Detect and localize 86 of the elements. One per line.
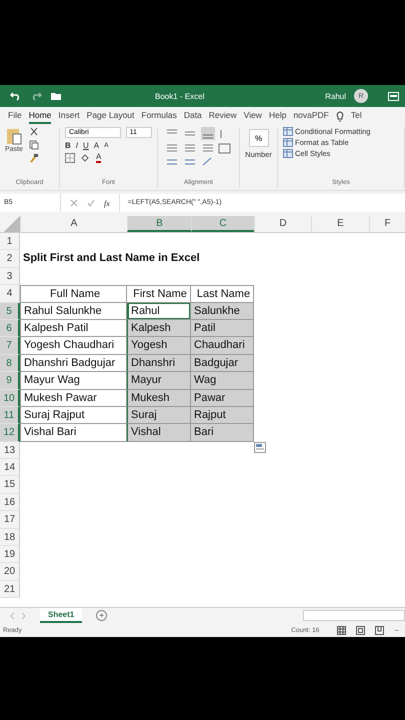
- ribbon-tab[interactable]: Formulas: [141, 108, 177, 124]
- new-sheet-button[interactable]: +: [96, 610, 108, 621]
- row-header[interactable]: 16: [0, 494, 20, 512]
- window-title: Book1 - Excel: [155, 92, 204, 100]
- table-style-icon: [283, 127, 293, 136]
- borders-icon[interactable]: [65, 153, 75, 163]
- table-cell: Kalpesh: [127, 320, 191, 338]
- table-cell: Chaudhari: [191, 337, 254, 355]
- grow-font-button[interactable]: A: [94, 141, 100, 150]
- row-header[interactable]: 18: [0, 528, 20, 546]
- ribbon-tab[interactable]: Page Layout: [86, 108, 134, 124]
- percent-button[interactable]: %: [248, 129, 268, 147]
- horizontal-scrollbar[interactable]: [303, 610, 405, 621]
- row-header[interactable]: 13: [0, 442, 20, 460]
- column-header[interactable]: C: [191, 216, 254, 232]
- table-cell: Mayur: [127, 372, 191, 390]
- font-color-button[interactable]: A: [96, 153, 102, 163]
- row-header[interactable]: 21: [0, 580, 20, 598]
- row-header[interactable]: 14: [0, 459, 20, 476]
- table-cell: Pawar: [191, 390, 254, 407]
- undo-icon[interactable]: [10, 91, 22, 101]
- sheet-tab[interactable]: Sheet1: [40, 608, 82, 623]
- redo-icon[interactable]: [30, 91, 42, 101]
- copy-icon[interactable]: [28, 140, 39, 150]
- ribbon-tab[interactable]: File: [8, 108, 22, 124]
- column-header[interactable]: E: [311, 216, 369, 232]
- table-cell: Mukesh: [127, 390, 191, 407]
- table-style-icon: [283, 138, 293, 147]
- ribbon-tab[interactable]: View: [244, 108, 262, 124]
- fill-color-icon[interactable]: [80, 153, 91, 163]
- ribbon-tab[interactable]: novaPDF: [293, 108, 329, 124]
- row-header[interactable]: 4: [0, 285, 20, 303]
- table-cell: Bari: [191, 424, 254, 442]
- table-cell: Suraj: [127, 406, 191, 424]
- column-header[interactable]: F: [369, 216, 405, 232]
- format-painter-icon[interactable]: [28, 153, 39, 163]
- quick-analysis-icon[interactable]: [254, 442, 266, 453]
- cut-icon[interactable]: [28, 127, 39, 137]
- bold-button[interactable]: B: [65, 141, 71, 150]
- page-break-icon[interactable]: [375, 626, 384, 634]
- table-cell: Wag: [191, 372, 254, 390]
- ribbon-tab[interactable]: Insert: [58, 108, 80, 124]
- table-cell: Full Name: [20, 285, 127, 303]
- row-header[interactable]: 1: [0, 233, 20, 250]
- table-cell: Vishal: [127, 424, 191, 442]
- folder-icon[interactable]: [50, 91, 62, 101]
- row-header[interactable]: 8: [0, 354, 20, 372]
- page-layout-icon[interactable]: [356, 626, 366, 634]
- row-header[interactable]: 19: [0, 546, 20, 564]
- row-header[interactable]: 11: [0, 406, 20, 424]
- row-header[interactable]: 15: [0, 476, 20, 494]
- table-cell: Patil: [191, 320, 254, 338]
- underline-button[interactable]: U: [83, 141, 89, 150]
- ribbon-tab[interactable]: Help: [268, 108, 286, 124]
- row-header[interactable]: 2: [0, 250, 20, 268]
- row-header[interactable]: 12: [0, 424, 20, 442]
- row-header[interactable]: 9: [0, 372, 20, 390]
- ribbon-display-icon[interactable]: [388, 92, 399, 100]
- table-cell: Salunkhe: [191, 302, 254, 320]
- table-cell: Rahul: [127, 302, 191, 320]
- zoom-out-button[interactable]: −: [394, 626, 399, 634]
- table-cell: Yogesh: [127, 337, 191, 355]
- table-cell: Rajput: [191, 406, 254, 424]
- ribbon-tab[interactable]: Data: [184, 108, 202, 124]
- row-header[interactable]: 7: [0, 337, 20, 355]
- row-header[interactable]: 17: [0, 511, 20, 529]
- row-header[interactable]: 10: [0, 390, 20, 407]
- row-header[interactable]: 3: [0, 268, 20, 286]
- user-name: Rahul: [325, 92, 346, 100]
- column-header[interactable]: D: [254, 216, 311, 232]
- ribbon-tab[interactable]: Review: [208, 108, 237, 124]
- cancel-icon[interactable]: [70, 199, 78, 207]
- lightbulb-icon[interactable]: [336, 110, 344, 122]
- enter-icon[interactable]: [87, 199, 95, 207]
- tell-me-link[interactable]: Tel: [350, 108, 362, 124]
- row-header[interactable]: 6: [0, 320, 20, 338]
- table-cell: Badgujar: [191, 354, 254, 372]
- insert-function-button[interactable]: fx: [104, 198, 110, 208]
- normal-view-icon[interactable]: [337, 626, 346, 634]
- italic-button[interactable]: I: [76, 141, 78, 150]
- row-header[interactable]: 20: [0, 563, 20, 581]
- sheet-title-cell-text: Split First and Last Name in Excel: [22, 251, 200, 266]
- table-style-icon: [283, 149, 293, 158]
- table-cell: Dhanshri: [127, 354, 191, 372]
- column-header[interactable]: B: [127, 216, 191, 232]
- row-header[interactable]: 5: [0, 302, 20, 320]
